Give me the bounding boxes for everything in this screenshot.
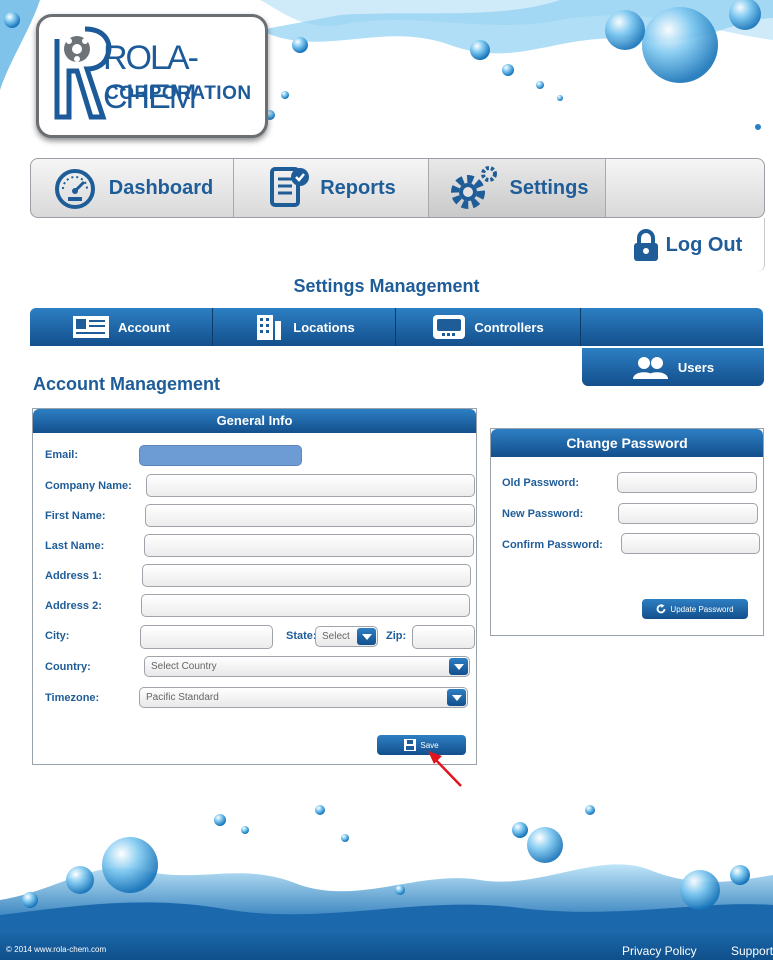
subnav-empty-slot <box>581 308 763 346</box>
section-title: Account Management <box>33 374 221 394</box>
timezone-select[interactable]: Pacific Standard <box>139 687 468 708</box>
last-name-label: Last Name: <box>45 540 105 552</box>
zip-field[interactable] <box>412 625 475 649</box>
email-label: Email: <box>45 449 79 461</box>
tab-users[interactable]: Users <box>582 348 764 386</box>
tab-controllers[interactable]: Controllers <box>396 308 581 346</box>
first-name-field[interactable] <box>145 504 475 527</box>
country-select-value: Select Country <box>151 661 217 672</box>
old-password-field[interactable] <box>617 472 757 493</box>
tab-locations[interactable]: Locations <box>213 308 396 346</box>
address1-label: Address 1: <box>45 570 102 582</box>
address2-field[interactable] <box>141 594 470 617</box>
reports-clipboard-icon <box>270 167 310 207</box>
nav-dashboard-label: Dashboard <box>108 176 214 199</box>
confirm-password-label: Confirm Password: <box>502 539 603 551</box>
nav-dashboard[interactable]: Dashboard <box>31 159 234 217</box>
logout-label: Log Out <box>665 233 743 256</box>
email-field[interactable] <box>139 445 302 466</box>
state-select[interactable]: Select <box>315 626 378 647</box>
change-password-panel: Change Password Old Password: New Passwo… <box>490 428 764 636</box>
address2-label: Address 2: <box>45 600 102 612</box>
new-password-field[interactable] <box>618 503 758 524</box>
state-label: State: <box>286 630 317 642</box>
settings-subnav: Account Locations Controllers <box>30 308 763 346</box>
privacy-policy-link[interactable]: Privacy Policy <box>622 944 697 958</box>
tab-controllers-label: Controllers <box>474 319 544 335</box>
update-password-label: Update Password <box>670 604 734 614</box>
city-label: City: <box>45 630 70 642</box>
nav-reports[interactable]: Reports <box>234 159 429 217</box>
logout-button[interactable]: Log Out <box>610 218 765 272</box>
nav-settings[interactable]: Settings <box>429 159 606 217</box>
page-title: Settings Management <box>293 276 480 296</box>
users-icon <box>632 357 668 379</box>
first-name-label: First Name: <box>45 510 106 522</box>
timezone-label: Timezone: <box>45 692 100 704</box>
tab-users-label: Users <box>677 359 715 375</box>
general-info-header: General Info <box>33 409 476 433</box>
country-select[interactable]: Select Country <box>144 656 470 677</box>
floppy-disk-icon <box>404 739 417 751</box>
zip-label: Zip: <box>386 630 407 642</box>
change-password-header: Change Password <box>491 429 763 457</box>
update-password-button[interactable]: Update Password <box>642 599 748 619</box>
country-label: Country: <box>45 661 91 673</box>
controller-display-icon <box>433 315 466 339</box>
new-password-label: New Password: <box>502 508 584 520</box>
logo-wordmark: ROLA-CHEM <box>103 39 199 116</box>
old-password-label: Old Password: <box>502 477 580 489</box>
city-field[interactable] <box>140 625 273 649</box>
chevron-down-icon <box>357 628 376 645</box>
last-name-field[interactable] <box>144 534 474 557</box>
chevron-down-icon <box>447 689 466 706</box>
nav-reports-label: Reports <box>320 176 396 199</box>
building-icon <box>257 315 282 340</box>
dashboard-gauge-icon <box>54 169 95 209</box>
id-card-icon <box>73 316 109 338</box>
annotation-arrow-icon <box>428 751 462 787</box>
chevron-down-icon <box>449 658 468 675</box>
logo-subtitle: CORPORATION <box>105 83 252 104</box>
support-link[interactable]: Support <box>731 944 773 958</box>
nav-settings-label: Settings <box>509 176 589 199</box>
lock-icon <box>633 229 658 261</box>
copyright-text: © 2014 www.rola-chem.com <box>6 945 107 954</box>
tab-locations-label: Locations <box>293 319 355 335</box>
timezone-select-value: Pacific Standard <box>146 692 219 703</box>
tab-account[interactable]: Account <box>30 308 213 346</box>
general-info-panel: General Info Email: Company Name: First … <box>32 408 477 765</box>
tab-account-label: Account <box>118 319 170 335</box>
rola-chem-logo[interactable]: ROLA-CHEM CORPORATION <box>36 14 268 138</box>
state-select-value: Select <box>322 631 350 642</box>
company-name-label: Company Name: <box>45 480 132 492</box>
company-name-field[interactable] <box>146 474 475 497</box>
address1-field[interactable] <box>142 564 471 587</box>
main-navigation: Dashboard Reports Settings <box>30 158 765 218</box>
refresh-icon <box>657 604 666 614</box>
water-splash-bottom <box>0 805 773 930</box>
confirm-password-field[interactable] <box>621 533 760 554</box>
nav-empty-slot <box>606 159 764 217</box>
page-footer: © 2014 www.rola-chem.com Privacy Policy … <box>0 930 773 960</box>
settings-gear-icon <box>450 166 497 209</box>
